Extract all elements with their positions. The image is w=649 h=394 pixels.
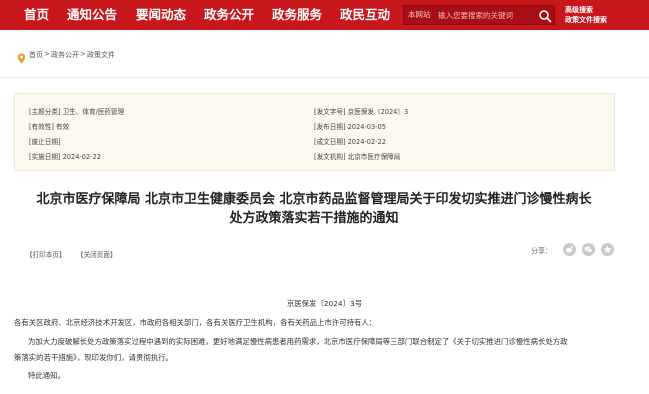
meta-validity: [有效性] 有效	[29, 123, 70, 131]
top-nav: 首页 通知公告 要闻动态 政务公开 政务服务 政民互动 本网站 高级搜索 政策文…	[0, 0, 649, 30]
closing-line: 特此通知。	[28, 371, 65, 380]
document-number: 京医保发〔2024〕3号	[286, 299, 363, 308]
recipients-line: 各有关区政府、北京经济技术开发区，市政府各相关部门，各有关医疗卫生机构，各有关药…	[14, 318, 377, 327]
meta-abolish-date: [废止日期]	[29, 138, 61, 146]
body-paragraph-1-line-1: 为加大力度破解长处方政策落实过程中遇到的实际困难，更好地满足慢性病患者用药需求，…	[28, 337, 568, 346]
share-label: 分享：	[531, 247, 552, 255]
breadcrumb-separator: >	[80, 50, 86, 58]
meta-publish-date: [发布日期] 2024-03-05	[314, 123, 386, 131]
breadcrumb-separator: >	[44, 50, 50, 58]
weibo-icon[interactable]	[563, 243, 576, 256]
nav-item-gov-affairs[interactable]: 政务公开	[204, 0, 254, 30]
wechat-icon[interactable]	[582, 243, 595, 256]
policy-search-link[interactable]: 政策文件搜索	[565, 15, 607, 25]
meta-doc-number: [发文字号] 京医保发〔2024〕3	[314, 108, 409, 116]
nav-item-notices[interactable]: 通知公告	[67, 0, 117, 30]
share-icon[interactable]	[601, 243, 614, 256]
location-pin-icon	[17, 49, 26, 64]
nav-item-interaction[interactable]: 政民互动	[340, 0, 390, 30]
print-page-link[interactable]: 【打印本页】	[26, 249, 66, 259]
meta-written-date: [成文日期] 2024-02-22	[314, 138, 386, 146]
close-page-link[interactable]: 【关闭页面】	[77, 249, 117, 259]
nav-item-gov-services[interactable]: 政务服务	[272, 0, 322, 30]
advanced-search-link[interactable]: 高级搜索	[565, 5, 593, 15]
meta-category: [主题分类] 卫生、体育/医药管理	[29, 108, 125, 116]
search-icon[interactable]	[538, 8, 552, 23]
breadcrumb-policy-docs[interactable]: 政策文件	[87, 50, 115, 60]
body-paragraph-1-line-2: 策落实的若干措施》，现印发你们，请贯彻执行。	[14, 353, 173, 362]
meta-effective-date: [实施日期] 2024-02-22	[29, 153, 101, 161]
breadcrumb-home[interactable]: 首页	[29, 50, 43, 60]
search-box: 本网站	[403, 5, 555, 25]
meta-issuer: [发文机构] 北京市医疗保障局	[314, 153, 401, 161]
nav-item-home[interactable]: 首页	[24, 0, 49, 30]
page-title-line-1: 北京市医疗保障局 北京市卫生健康委员会 北京市药品监督管理局关于印发切实推进门诊…	[36, 192, 592, 207]
page-title-line-2: 处方政策落实若干措施的通知	[229, 211, 399, 226]
search-input[interactable]	[438, 7, 534, 23]
breadcrumb-gov-affairs[interactable]: 政务公开	[51, 50, 79, 60]
search-scope[interactable]: 本网站	[408, 6, 431, 24]
nav-item-news[interactable]: 要闻动态	[136, 0, 186, 30]
